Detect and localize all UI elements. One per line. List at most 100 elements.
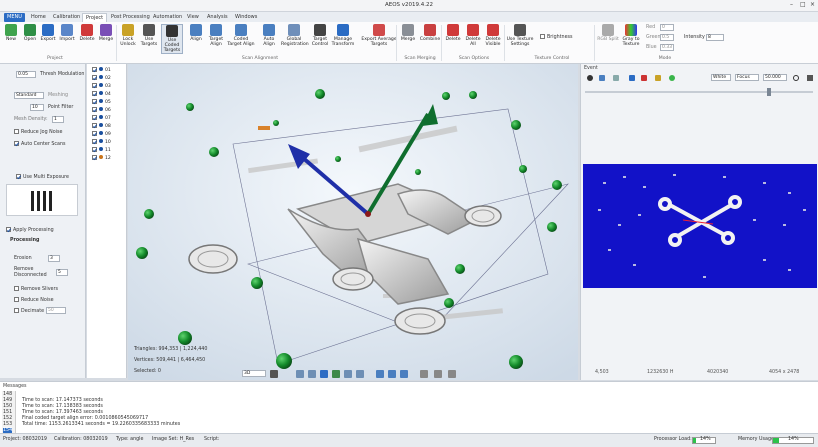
blue-input[interactable]: 0.33	[660, 44, 674, 51]
view-side-icon[interactable]	[320, 370, 328, 378]
gray-to-texture-button[interactable]: Gray to Texture	[620, 24, 642, 47]
brightness-control[interactable]: Brightness	[540, 34, 573, 40]
delete-visible-button[interactable]: Delete Visible	[482, 24, 504, 47]
import-button[interactable]: Import	[56, 24, 78, 42]
mode-select[interactable]: Standard	[14, 92, 44, 99]
list-item[interactable]: 02	[92, 75, 111, 81]
list-item[interactable]: 04	[92, 91, 111, 97]
auto-align-button[interactable]: Auto Align	[258, 24, 280, 47]
list-item[interactable]: 10	[92, 139, 111, 145]
brightness-checkbox[interactable]	[540, 34, 545, 39]
rgb-split-button[interactable]: RGB Split	[597, 24, 619, 42]
reduce-noise-toggle[interactable]: Reduce Noise	[14, 297, 54, 303]
intensity-input[interactable]: 8	[706, 34, 724, 41]
screenshot-icon[interactable]	[420, 370, 428, 378]
tab-calibration[interactable]: Calibration	[50, 13, 83, 22]
tab-automation[interactable]: Automation	[150, 13, 185, 22]
play-icon[interactable]	[669, 75, 675, 81]
folder-icon[interactable]	[613, 75, 619, 81]
coded-target-align-button[interactable]: Coded Target Align	[227, 24, 255, 47]
view-front-icon[interactable]	[296, 370, 304, 378]
reduce-jog-toggle[interactable]: Reduce Jog Noise	[14, 129, 63, 135]
checkbox[interactable]	[14, 141, 19, 146]
mesh-density-input[interactable]: 1	[52, 116, 64, 123]
maximize-icon[interactable]: □	[800, 1, 806, 8]
grid-icon[interactable]	[807, 75, 813, 81]
rotate-icon[interactable]	[376, 370, 384, 378]
tab-menu[interactable]: MENU	[4, 13, 25, 22]
green-input[interactable]: 0.5	[660, 34, 674, 41]
scan-merge-button[interactable]: Merge	[397, 24, 419, 42]
comment-icon[interactable]	[448, 370, 456, 378]
tab-view[interactable]: View	[184, 13, 202, 22]
thresh-input[interactable]: 0.05	[16, 71, 36, 78]
capture-icon[interactable]	[629, 75, 635, 81]
view-iso-icon[interactable]	[332, 370, 340, 378]
slider-handle[interactable]	[767, 88, 771, 96]
view-top-icon[interactable]	[308, 370, 316, 378]
refresh-icon[interactable]	[599, 75, 605, 81]
checkbox[interactable]	[14, 308, 19, 313]
scan-delete-button[interactable]: Delete	[442, 24, 464, 42]
target-control-button[interactable]: Target Control	[309, 24, 331, 47]
pan-icon[interactable]	[388, 370, 396, 378]
checkbox[interactable]	[6, 227, 11, 232]
global-registration-button[interactable]: Global Registration	[281, 24, 309, 47]
value-select[interactable]: 50.000	[763, 74, 787, 81]
delete-all-button[interactable]: Delete All	[462, 24, 484, 47]
align-button[interactable]: Align	[185, 24, 207, 42]
close-icon[interactable]: ×	[810, 1, 815, 8]
use-coded-targets-button[interactable]: Use Coded Targets	[161, 24, 183, 54]
list-item[interactable]: 08	[92, 123, 111, 129]
list-item[interactable]: 03	[92, 83, 111, 89]
multi-exposure-toggle[interactable]: Use Multi Exposure	[16, 174, 69, 180]
view-back-icon[interactable]	[344, 370, 352, 378]
3d-viewport[interactable]: Triangles: 994,353 | 1,224,440 Vertices:…	[128, 64, 578, 380]
lock-unlock-button[interactable]: Lock Unlock	[117, 24, 139, 47]
view-bottom-icon[interactable]	[356, 370, 364, 378]
point-filter-input[interactable]: 10	[30, 104, 44, 111]
remove-slivers-toggle[interactable]: Remove Slivers	[14, 286, 58, 292]
erosion-input[interactable]: 3	[48, 255, 60, 262]
focus-slider[interactable]	[585, 91, 813, 93]
gear-icon[interactable]	[793, 75, 799, 81]
apply-processing-toggle[interactable]: Apply Processing	[6, 227, 54, 233]
save-icon[interactable]	[270, 370, 278, 378]
checkbox[interactable]	[16, 174, 21, 179]
export-average-targets-button[interactable]: Export Average Targets	[361, 24, 397, 47]
remove-disconnected-input[interactable]: 5	[56, 269, 68, 276]
combine-button[interactable]: Combine	[419, 24, 441, 42]
camera-icon[interactable]	[587, 75, 593, 81]
crosshair-icon[interactable]	[641, 75, 647, 81]
decimate-input[interactable]: 50	[46, 307, 66, 314]
minimize-icon[interactable]: –	[790, 1, 793, 8]
list-item[interactable]: 06	[92, 107, 111, 113]
checkbox[interactable]	[14, 297, 19, 302]
checkbox[interactable]	[14, 129, 19, 134]
tab-post-processing[interactable]: Post Processing	[108, 13, 153, 22]
white-select[interactable]: White	[711, 74, 731, 81]
tab-home[interactable]: Home	[28, 13, 49, 22]
manage-transform-button[interactable]: Manage Transform	[331, 24, 355, 47]
checkbox[interactable]	[14, 286, 19, 291]
list-item[interactable]: 01	[92, 67, 111, 73]
auto-center-toggle[interactable]: Auto Center Scans	[14, 141, 66, 147]
red-input[interactable]: 0	[660, 24, 674, 31]
tab-windows[interactable]: Windows	[232, 13, 260, 22]
measure-icon[interactable]	[434, 370, 442, 378]
settings-icon[interactable]	[655, 75, 661, 81]
merge-button[interactable]: Merge	[95, 24, 117, 42]
list-item[interactable]: 07	[92, 115, 111, 121]
view-select[interactable]: 3D	[242, 370, 266, 377]
3d-scene[interactable]	[128, 64, 578, 380]
tab-analysis[interactable]: Analysis	[204, 13, 231, 22]
zoom-fit-icon[interactable]	[400, 370, 408, 378]
decimate-toggle[interactable]: Decimate	[14, 308, 44, 314]
use-texture-settings-button[interactable]: Use Texture Settings	[506, 24, 534, 47]
list-item[interactable]: 12	[92, 155, 111, 161]
use-targets-button[interactable]: Use Targets	[138, 24, 160, 47]
target-align-button[interactable]: Target Align	[205, 24, 227, 47]
focus-select[interactable]: Focus	[735, 74, 759, 81]
list-item[interactable]: 11	[92, 147, 111, 153]
list-item[interactable]: 09	[92, 131, 111, 137]
